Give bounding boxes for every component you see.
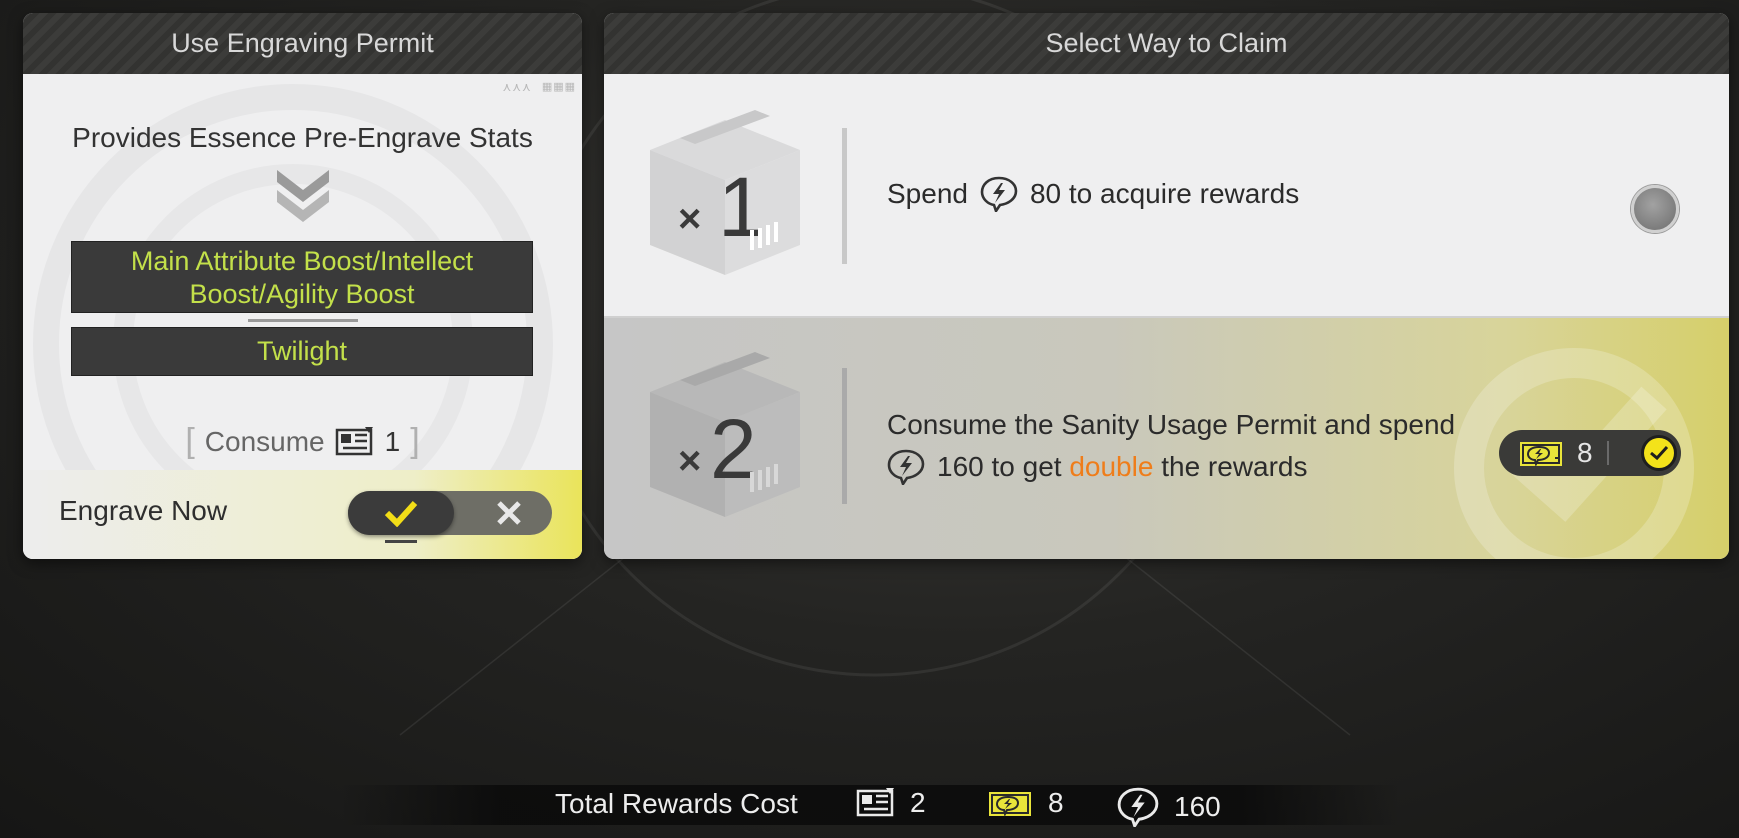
multiplier-1: 1 xyxy=(718,160,765,254)
option-2-text: Consume the Sanity Usage Permit and spen… xyxy=(887,404,1455,488)
option-divider xyxy=(842,368,847,504)
engraving-panel-body: ⋏⋏⋏ ▦▦▦ Provides Essence Pre-Engrave Stat… xyxy=(23,74,582,559)
engrave-now-toggle[interactable] xyxy=(348,491,552,535)
toggle-off-button[interactable] xyxy=(466,491,552,535)
pill-separator xyxy=(1606,441,1609,465)
option-divider xyxy=(842,128,847,264)
total-sanity: 160 xyxy=(1116,787,1221,827)
total-sanity-count: 160 xyxy=(1174,791,1221,822)
secondary-stat-box: Twilight xyxy=(71,327,533,376)
sanity-usage-permit-icon xyxy=(1520,442,1562,467)
double-chevron-down-icon xyxy=(277,170,329,222)
claim-way-panel: Select Way to Claim × 1 Spend 80 to acqu… xyxy=(604,13,1729,559)
claim-panel-header: Select Way to Claim xyxy=(604,13,1729,74)
total-rewards-cost-label: Total Rewards Cost xyxy=(555,788,798,819)
reward-box-icon: × 2 xyxy=(650,352,800,517)
engrave-now-label: Engrave Now xyxy=(59,495,228,526)
bracket-left: [ xyxy=(185,422,195,460)
double-highlight: double xyxy=(1069,451,1154,482)
option-1-text: Spend 80 to acquire rewards xyxy=(887,173,1299,215)
claim-panel-title: Select Way to Claim xyxy=(1045,28,1288,58)
toggle-on-button[interactable] xyxy=(348,491,454,535)
stat-separator xyxy=(248,319,358,322)
option-2-tail-text: the rewards xyxy=(1161,451,1308,482)
close-icon xyxy=(497,501,521,525)
check-icon xyxy=(384,500,418,527)
total-sanity-permit: 8 xyxy=(988,787,1064,819)
sanity-icon xyxy=(1117,787,1159,827)
option-2-line-2: 160 to get double the rewards xyxy=(887,446,1455,488)
option-1-spend-label: Spend xyxy=(887,178,968,209)
consume-count: 1 xyxy=(384,425,401,457)
total-rewards-cost-bar: Total Rewards Cost 2 8 160 xyxy=(340,785,1400,827)
engrave-now-footer: Engrave Now xyxy=(23,470,582,559)
engraving-permit-panel: Use Engraving Permit ⋏⋏⋏ ▦▦▦ Provides Ess… xyxy=(23,13,582,559)
svg-text:×: × xyxy=(678,439,701,483)
engraving-panel-header: Use Engraving Permit xyxy=(23,13,582,74)
option-2-line-1-text: Consume the Sanity Usage Permit and spen… xyxy=(887,409,1456,440)
engraving-panel-title: Use Engraving Permit xyxy=(171,28,434,58)
engraving-permit-icon xyxy=(856,788,894,817)
sanity-usage-permit-icon xyxy=(989,792,1031,817)
corner-marks: ⋏⋏⋏ ▦▦▦ xyxy=(502,80,576,94)
total-sanity-permit-count: 8 xyxy=(1048,787,1064,818)
option-2-cost-text: 160 to get xyxy=(937,451,1062,482)
claim-option-double[interactable]: × 2 Consume the Sanity Usage Permit and … xyxy=(604,318,1729,559)
sanity-permit-pill[interactable]: 8 xyxy=(1499,430,1681,476)
option-1-cost-text: 80 to acquire rewards xyxy=(1029,178,1300,209)
reward-box-icon: × 1 xyxy=(650,110,800,275)
svg-text:×: × xyxy=(678,197,701,241)
engraving-permit-icon xyxy=(335,426,373,455)
claim-option-single[interactable]: × 1 Spend 80 to acquire rewards xyxy=(604,74,1729,318)
main-stat-box: Main Attribute Boost/Intellect Boost/Agi… xyxy=(71,241,533,313)
sanity-icon xyxy=(887,449,925,485)
option-2-line-1: Consume the Sanity Usage Permit and spen… xyxy=(887,404,1455,446)
option-2-selected-check[interactable] xyxy=(1641,435,1677,471)
total-engraving-permit-count: 2 xyxy=(910,787,926,818)
multiplier-2: 2 xyxy=(710,402,757,496)
total-engraving-permit: 2 xyxy=(856,787,926,819)
provides-text: Provides Essence Pre-Engrave Stats xyxy=(72,122,533,153)
consume-label: Consume xyxy=(204,425,325,457)
check-icon xyxy=(1650,445,1669,461)
toggle-indicator xyxy=(385,540,417,543)
consume-row: [ Consume 1 ] xyxy=(23,422,582,461)
sanity-icon xyxy=(980,176,1018,212)
option-1-radio[interactable] xyxy=(1631,185,1679,233)
permit-count: 8 xyxy=(1577,437,1593,468)
bracket-right: ] xyxy=(410,422,420,460)
